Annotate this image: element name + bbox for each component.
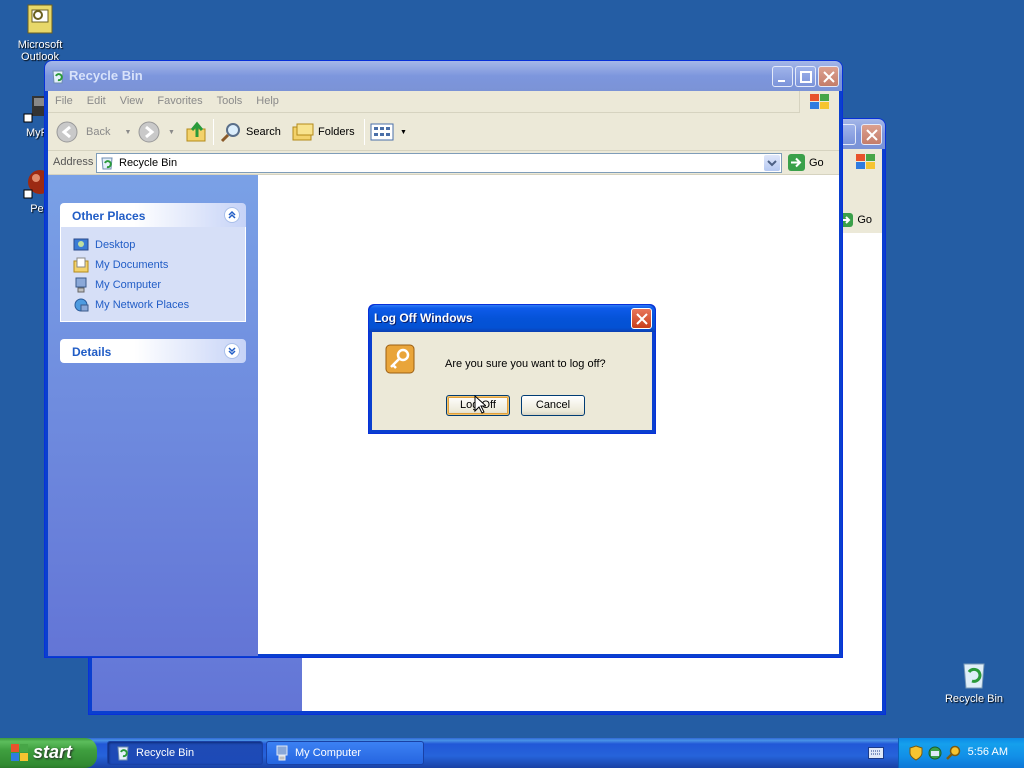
link-my-documents[interactable]: My Documents (73, 255, 245, 275)
mouse-cursor (474, 394, 488, 417)
go-button[interactable]: Go (839, 213, 872, 227)
recycle-bin-icon (958, 658, 990, 690)
chevron-down-icon (767, 160, 777, 167)
maximize-button[interactable] (795, 66, 816, 87)
up-folder-button[interactable] (185, 121, 207, 143)
windows-logo-icon (854, 153, 878, 171)
folders-button[interactable]: Folders (292, 121, 355, 143)
menu-tools[interactable]: Tools (210, 91, 250, 107)
menu-edit[interactable]: Edit (80, 91, 113, 107)
network-icon[interactable] (927, 745, 943, 761)
dialog-title: Log Off Windows (374, 311, 473, 325)
my-documents-icon (73, 257, 89, 273)
up-folder-icon (186, 121, 206, 142)
standard-toolbar: Back ▼ ▼ Search Folders ▼ (48, 113, 839, 151)
address-label: Address (53, 156, 94, 168)
desktop-icon-outlook[interactable]: Microsoft Outlook (0, 4, 80, 63)
start-button[interactable]: start (0, 738, 97, 768)
other-places-header[interactable]: Other Places (60, 203, 246, 227)
desktop-icon-label: Recycle Bin (944, 693, 1004, 705)
folders-icon (292, 123, 314, 141)
taskbar-item-recycle-bin[interactable]: Recycle Bin (107, 741, 263, 765)
menu-view[interactable]: View (113, 91, 151, 107)
log-off-dialog: Log Off Windows Are you sure you want to… (368, 304, 656, 434)
outlook-icon (24, 4, 56, 36)
address-dropdown-button[interactable] (764, 155, 780, 171)
other-places-links: Desktop My Documents My Computer My Netw… (60, 227, 246, 322)
back-arrow-icon (56, 121, 78, 143)
search-button[interactable]: Search (220, 121, 281, 143)
taskbar-item-my-computer[interactable]: My Computer (266, 741, 424, 765)
link-desktop[interactable]: Desktop (73, 235, 245, 255)
desktop-icon-recycle-bin[interactable]: Recycle Bin (934, 658, 1014, 705)
address-bar: Address Recycle Bin Go (48, 151, 839, 175)
cancel-button[interactable]: Cancel (521, 395, 585, 416)
keyboard-icon[interactable] (868, 747, 884, 762)
details-panel: Details (60, 339, 246, 363)
my-computer-icon (75, 277, 87, 293)
address-value: Recycle Bin (119, 157, 178, 169)
expand-chevron-icon[interactable] (224, 343, 240, 359)
chevron-down-icon: ▼ (168, 128, 175, 136)
dialog-close-button[interactable] (631, 308, 652, 329)
forward-button[interactable]: ▼ (138, 121, 175, 143)
link-my-network-places[interactable]: My Network Places (73, 295, 245, 315)
details-header[interactable]: Details (60, 339, 246, 363)
menu-bar: File Edit View Favorites Tools Help (48, 91, 839, 113)
recycle-bin-small-icon (101, 157, 113, 170)
address-input[interactable]: Recycle Bin (96, 153, 782, 173)
go-arrow-icon (788, 154, 805, 171)
close-button[interactable] (818, 66, 839, 87)
menu-help[interactable]: Help (249, 91, 286, 107)
menu-file[interactable]: File (48, 91, 80, 107)
menu-favorites[interactable]: Favorites (150, 91, 209, 107)
views-button[interactable]: ▼ (370, 121, 407, 143)
close-button[interactable] (861, 124, 882, 145)
windows-logo-icon (11, 744, 28, 761)
system-tray: 5:56 AM (898, 738, 1024, 768)
taskbar: start Recycle Bin My Computer 5:56 AM (0, 738, 1024, 768)
windows-logo-icon (799, 91, 839, 113)
task-pane: Other Places Desktop My Documents My Com… (48, 175, 258, 656)
clock[interactable]: 5:56 AM (968, 746, 1008, 758)
search-icon[interactable] (945, 745, 961, 761)
key-icon (385, 344, 415, 374)
forward-arrow-icon (138, 121, 160, 143)
recycle-bin-small-icon (50, 68, 66, 84)
my-computer-icon (276, 745, 288, 761)
security-shield-icon[interactable] (909, 745, 923, 761)
network-places-icon (74, 298, 89, 312)
back-button[interactable]: Back ▼ (56, 121, 131, 143)
search-icon (220, 123, 240, 143)
recycle-bin-small-icon (117, 746, 129, 761)
chevron-down-icon: ▼ (124, 128, 132, 136)
dialog-titlebar[interactable]: Log Off Windows (369, 305, 655, 332)
chevron-down-icon: ▼ (400, 128, 407, 136)
minimize-button[interactable] (772, 66, 793, 87)
other-places-panel: Other Places Desktop My Documents My Com… (60, 203, 246, 322)
link-my-computer[interactable]: My Computer (73, 275, 245, 295)
collapse-chevron-icon[interactable] (224, 207, 240, 223)
dialog-message: Are you sure you want to log off? (445, 358, 606, 370)
recycle-bin-titlebar[interactable]: Recycle Bin (45, 61, 842, 91)
views-icon (370, 123, 394, 141)
window-title: Recycle Bin (69, 68, 143, 83)
go-button[interactable]: Go (788, 154, 824, 171)
desktop-icon (73, 238, 89, 251)
